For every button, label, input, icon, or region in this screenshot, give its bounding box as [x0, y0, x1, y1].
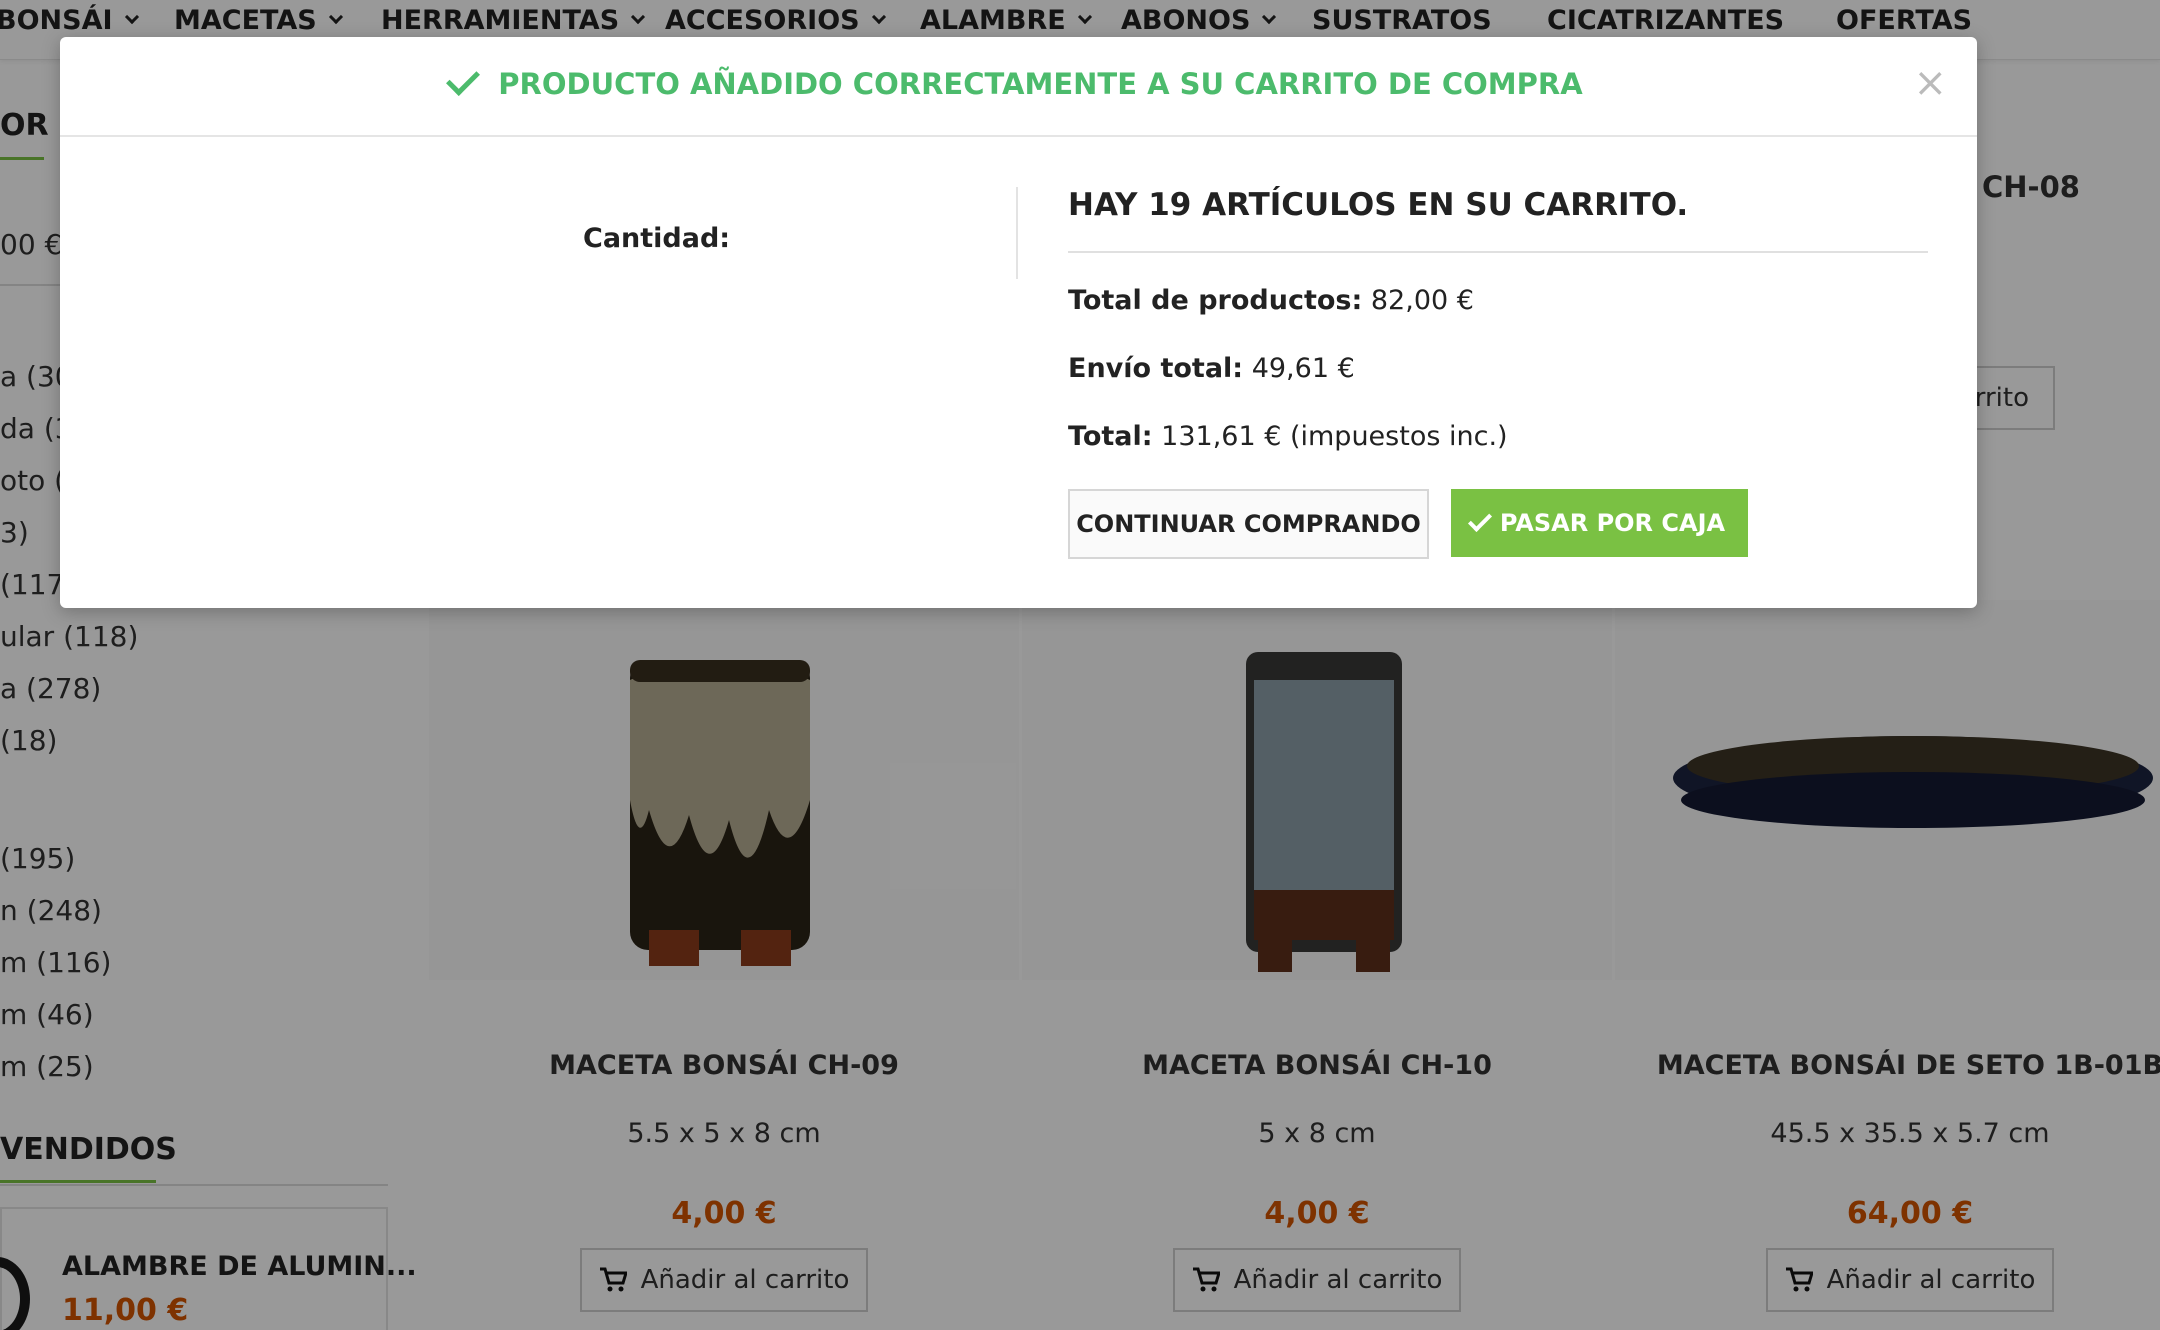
checkmark-icon [446, 62, 481, 96]
shipping-value: 49,61 € [1251, 353, 1355, 384]
close-icon[interactable]: × [1913, 63, 1947, 103]
cart-summary-title: HAY 19 ARTÍCULOS EN SU CARRITO. [1068, 187, 1689, 223]
add-to-cart-modal: PRODUCTO AÑADIDO CORRECTAMENTE A SU CARR… [60, 37, 1977, 608]
total-products-value: 82,00 € [1370, 285, 1474, 316]
continue-shopping-label: CONTINUAR COMPRANDO [1076, 510, 1421, 538]
shipping-line: Envío total: 49,61 € [1068, 353, 1355, 384]
divider [1068, 251, 1928, 253]
modal-header: PRODUCTO AÑADIDO CORRECTAMENTE A SU CARR… [60, 37, 1977, 137]
shipping-label: Envío total: [1068, 353, 1244, 384]
checkout-label: PASAR POR CAJA [1499, 509, 1726, 537]
checkmark-icon [1467, 507, 1492, 533]
divider [1016, 187, 1018, 279]
total-products-line: Total de productos: 82,00 € [1068, 285, 1474, 316]
total-products-label: Total de productos: [1068, 285, 1363, 316]
total-value: 131,61 € (impuestos inc.) [1161, 421, 1508, 452]
total-label: Total: [1068, 421, 1153, 452]
total-line: Total: 131,61 € (impuestos inc.) [1068, 421, 1508, 452]
modal-title-text: PRODUCTO AÑADIDO CORRECTAMENTE A SU CARR… [498, 67, 1583, 101]
continue-shopping-button[interactable]: CONTINUAR COMPRANDO [1068, 489, 1429, 559]
quantity-label: Cantidad: [583, 223, 731, 254]
checkout-button[interactable]: PASAR POR CAJA [1451, 489, 1748, 557]
modal-title: PRODUCTO AÑADIDO CORRECTAMENTE A SU CARR… [60, 62, 1977, 101]
